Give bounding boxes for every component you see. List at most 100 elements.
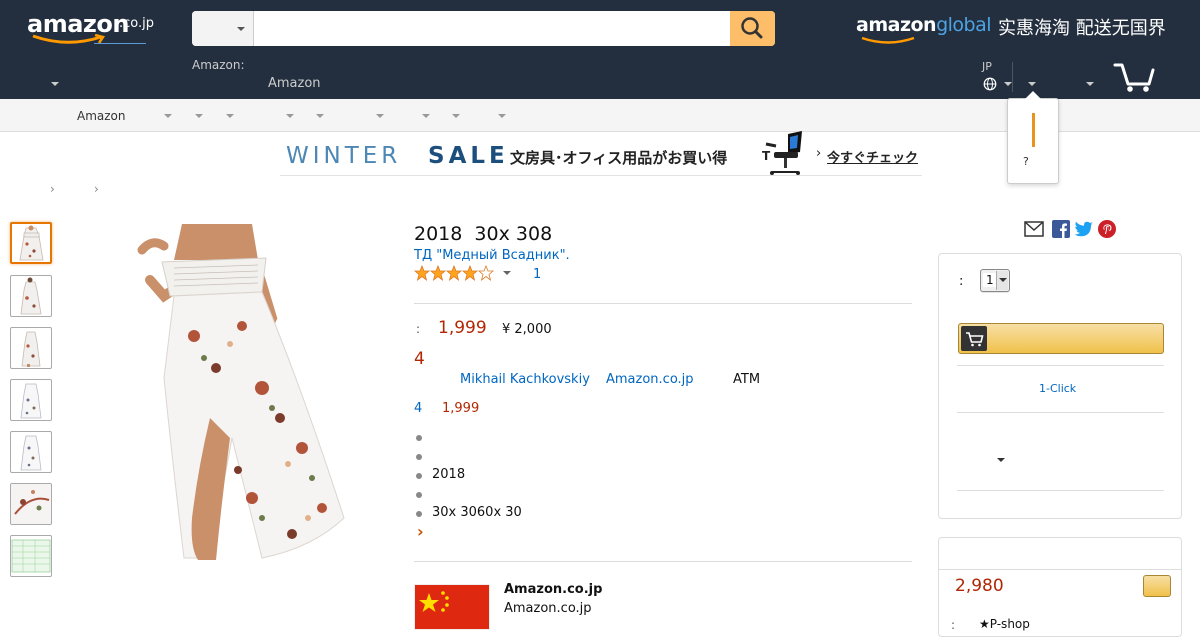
language-selector[interactable]: JP <box>980 60 1014 94</box>
search-button[interactable] <box>730 11 775 46</box>
top-header: amazon .co.jp amazonglobal 实惠海淘 配送无国界 Am… <box>0 0 1200 99</box>
office-chair-icon: T <box>762 131 802 175</box>
chevron-down-icon[interactable] <box>226 114 234 118</box>
chevron-down-icon[interactable] <box>498 114 506 118</box>
other-sellers-box: 2,980 : ★P-shop <box>938 537 1182 637</box>
chevron-down-icon[interactable] <box>1086 82 1094 86</box>
main-product-image[interactable] <box>112 218 398 564</box>
header-divider <box>1012 62 1013 92</box>
thumbnail-image[interactable] <box>10 327 52 369</box>
search-category-dropdown[interactable] <box>192 11 254 46</box>
facebook-icon[interactable] <box>1052 220 1070 238</box>
price-label: : <box>416 322 421 336</box>
bullet-icon <box>416 511 422 517</box>
quantity-stepper <box>996 271 1008 290</box>
global-tagline: 实惠海淘 配送无国界 <box>998 18 1166 39</box>
fulfilled-by-link[interactable]: Amazon.co.jp <box>606 372 694 387</box>
bullet-icon <box>416 435 422 441</box>
chevron-down-icon[interactable] <box>286 114 294 118</box>
seller-link[interactable]: Mikhail Kachkovskiy <box>460 372 590 387</box>
quantity-value: 1 <box>983 273 997 287</box>
thumbnail-image[interactable] <box>10 275 52 317</box>
dress-thumbnail <box>19 225 44 261</box>
bullet-icon <box>416 492 422 498</box>
chevron-down-icon[interactable] <box>51 82 59 86</box>
delivery-label: Amazon: <box>192 58 245 72</box>
offers-count[interactable]: 4 <box>414 401 422 416</box>
chevron-down-icon[interactable] <box>422 114 430 118</box>
pinterest-icon[interactable] <box>1098 220 1116 238</box>
chevron-down-icon[interactable] <box>503 271 511 275</box>
section-divider <box>414 561 912 562</box>
breadcrumb-separator-icon: › <box>94 182 99 196</box>
buy-box: : 1 1-Click <box>938 253 1182 519</box>
quantity-select[interactable]: 1 <box>980 269 1010 292</box>
see-more-chevron-icon[interactable]: › <box>417 522 424 541</box>
logo-underline <box>94 43 146 44</box>
thumbnail-image[interactable] <box>10 379 52 421</box>
ship-from-sub: Amazon.co.jp <box>504 601 592 616</box>
chevron-down-icon[interactable] <box>997 458 1005 462</box>
dress-thumbnail <box>20 435 42 471</box>
cart-icon <box>1113 63 1155 92</box>
cart-icon <box>966 332 984 347</box>
section-divider <box>957 365 1164 366</box>
dress-thumbnail <box>20 277 42 315</box>
brand-link[interactable]: ТД "Медный Всадник". <box>414 248 570 263</box>
mail-icon[interactable] <box>1024 221 1044 237</box>
other-seller-cart-button[interactable] <box>1143 575 1171 597</box>
amazon-global-logo[interactable]: amazonglobal <box>856 14 992 44</box>
offers-price[interactable]: 1,999 <box>442 401 479 416</box>
search-input[interactable] <box>254 11 730 46</box>
logo-suffix: .co.jp <box>119 16 155 31</box>
popup-bar <box>1032 113 1035 147</box>
payment-method: ATM <box>733 372 761 387</box>
winter-sale-banner[interactable]: WINTER SALE 文房具･オフィス用品がお買い得 T › 今すぐチェック <box>280 131 922 176</box>
chevron-down-icon[interactable] <box>376 114 384 118</box>
china-flag-icon <box>414 584 490 630</box>
popup-arrow <box>1025 91 1041 99</box>
other-seller-name[interactable]: ★P-shop <box>979 617 1030 631</box>
chevron-down-icon[interactable] <box>1028 82 1036 86</box>
svg-text:T: T <box>762 149 771 163</box>
chevron-down-icon <box>999 278 1007 282</box>
thumbnail-image[interactable] <box>10 431 52 473</box>
search-bar <box>192 11 775 46</box>
rating-stars[interactable] <box>413 264 495 282</box>
subnav-item-amazon[interactable]: Amazon <box>77 109 126 123</box>
popup-text: ? <box>1023 155 1029 168</box>
amazon-nav-link[interactable]: Amazon <box>268 76 321 91</box>
bullet-icon <box>416 454 422 460</box>
size-chart-thumbnail <box>11 539 51 573</box>
banner-winter: WINTER <box>286 143 402 169</box>
bullet-icon <box>416 473 422 479</box>
twitter-icon[interactable] <box>1074 220 1094 238</box>
banner-cta[interactable]: 今すぐチェック <box>827 147 918 166</box>
section-divider <box>957 490 1164 491</box>
thumbnail-image[interactable] <box>10 483 52 525</box>
cart-button[interactable] <box>1112 58 1156 94</box>
breadcrumb-separator-icon: › <box>50 182 55 196</box>
language-popup[interactable]: ? <box>1007 91 1059 184</box>
logo-smile-icon <box>861 36 915 44</box>
chevron-down-icon[interactable] <box>452 114 460 118</box>
chevron-down-icon[interactable] <box>195 114 203 118</box>
chevron-down-icon <box>237 27 245 31</box>
one-click-link[interactable]: 1-Click <box>1039 382 1076 395</box>
feature-bullet: 2018 <box>432 467 466 482</box>
chevron-down-icon[interactable] <box>164 114 172 118</box>
thumbnail-image[interactable] <box>10 535 52 577</box>
fabric-thumbnail <box>11 484 51 524</box>
banner-sale: SALE <box>428 143 509 169</box>
other-seller-price: 2,980 <box>955 576 1004 596</box>
points-value: 4 <box>414 349 425 369</box>
ship-from-title: Amazon.co.jp <box>504 582 603 597</box>
star-icon <box>413 264 495 282</box>
thumbnail-image[interactable] <box>10 222 52 264</box>
add-to-cart-button[interactable] <box>958 323 1164 354</box>
chevron-down-icon[interactable] <box>316 114 324 118</box>
rating-count[interactable]: 1 <box>533 267 541 282</box>
amazon-logo[interactable]: amazon .co.jp <box>27 10 157 46</box>
dress-thumbnail <box>20 383 42 419</box>
section-divider <box>414 303 912 304</box>
